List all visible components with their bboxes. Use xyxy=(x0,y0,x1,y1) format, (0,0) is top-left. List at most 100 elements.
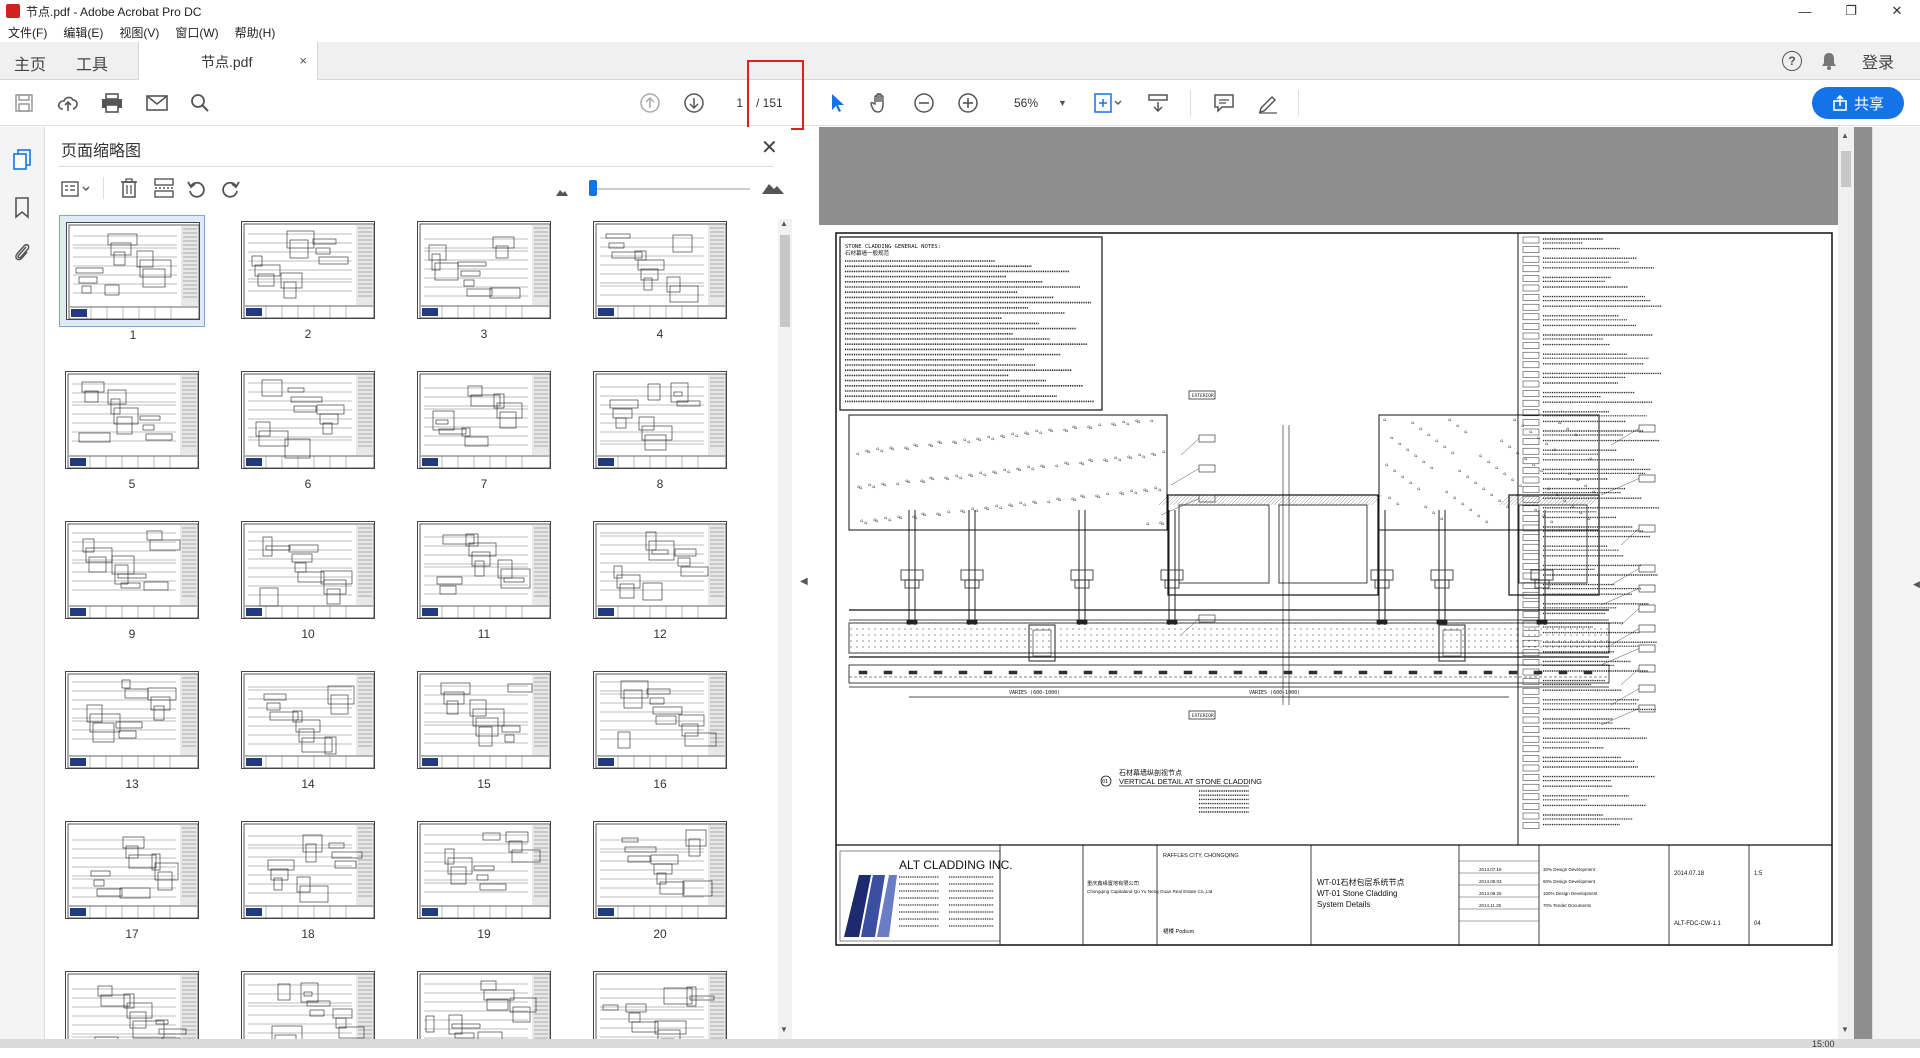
page-thumbnail[interactable]: 4 xyxy=(587,215,733,341)
email-icon[interactable] xyxy=(145,91,169,115)
pen-sign-icon[interactable] xyxy=(1256,91,1280,115)
thumbnail-image xyxy=(593,671,727,769)
close-tab-button[interactable]: × xyxy=(299,53,307,68)
thumbnail-page-number: 9 xyxy=(128,627,136,641)
page-thumbnail[interactable]: 15 xyxy=(411,665,557,791)
thumbnail-page-number: 2 xyxy=(304,327,312,341)
thumbnail-size-slider-track[interactable] xyxy=(590,188,750,190)
thumbnail-image xyxy=(65,371,199,469)
page-thumbnail[interactable]: 14 xyxy=(235,665,381,791)
thumbnail-page-number: 10 xyxy=(301,627,315,641)
drawing-scale: 1:5 xyxy=(1754,871,1763,877)
help-icon[interactable]: ? xyxy=(1781,51,1802,71)
fit-page-icon[interactable] xyxy=(1092,91,1124,115)
page-thumbnail[interactable] xyxy=(235,965,381,1039)
thumbnail-page-number: 1 xyxy=(129,328,137,342)
hand-tool-icon[interactable] xyxy=(868,91,892,115)
insert-page-icon[interactable] xyxy=(153,178,175,201)
page-scroll-up-icon[interactable]: ▲ xyxy=(1841,131,1849,140)
page-thumbnail[interactable]: 19 xyxy=(411,815,557,941)
rotate-clockwise-icon[interactable] xyxy=(219,178,241,203)
select-cursor-icon[interactable] xyxy=(826,91,850,115)
svg-text:2014.09.25: 2014.09.25 xyxy=(1479,891,1502,896)
exterior-tag-bottom: EXTERIOR xyxy=(1192,713,1214,719)
close-window-button[interactable]: ✕ xyxy=(1874,0,1920,22)
project-title-cn: WT-01石材包层系统节点 xyxy=(1317,877,1405,887)
menu-window[interactable]: 窗口(W) xyxy=(175,24,218,41)
print-icon[interactable] xyxy=(100,91,124,115)
thumbnail-options-icon[interactable] xyxy=(61,180,93,201)
menu-view[interactable]: 视图(V) xyxy=(119,24,159,41)
menu-edit[interactable]: 编辑(E) xyxy=(63,24,103,41)
page-scroll-down-icon[interactable]: ▼ xyxy=(1841,1025,1849,1034)
page-thumbnail[interactable]: 7 xyxy=(411,365,557,491)
tab-document[interactable]: 节点.pdf × xyxy=(138,42,318,81)
thumbnail-scrollbar[interactable]: ▲ ▼ xyxy=(778,219,792,1039)
menu-help[interactable]: 帮助(H) xyxy=(235,24,276,41)
page-thumbnail[interactable]: 18 xyxy=(235,815,381,941)
tab-tools[interactable]: 工具 xyxy=(76,51,108,75)
thumbnail-image xyxy=(593,971,727,1039)
document-viewer: STONE CLADDING GENERAL NOTES: 石材幕墙一般规范 V… xyxy=(819,127,1872,1055)
page-thumbnail[interactable]: 10 xyxy=(235,515,381,641)
bookmark-icon[interactable] xyxy=(14,197,30,222)
rotate-counterclockwise-icon[interactable] xyxy=(186,178,208,203)
comment-icon[interactable] xyxy=(1212,91,1236,115)
scroll-up-arrow-icon[interactable]: ▲ xyxy=(780,219,788,228)
cad-drawing: STONE CLADDING GENERAL NOTES: 石材幕墙一般规范 V… xyxy=(835,232,1833,946)
svg-text:60% Design Development: 60% Design Development xyxy=(1543,879,1596,884)
zoom-in-icon[interactable] xyxy=(956,91,980,115)
previous-page-icon[interactable] xyxy=(638,91,662,115)
large-thumbnail-icon[interactable] xyxy=(761,181,785,198)
upload-cloud-icon[interactable] xyxy=(56,91,80,115)
thumbnail-page-number: 18 xyxy=(301,927,315,941)
scroll-mode-icon[interactable] xyxy=(1146,91,1170,115)
page-scrollbar[interactable]: ▲ ▼ xyxy=(1838,127,1854,1039)
page-scrollbar-thumb[interactable] xyxy=(1841,151,1851,187)
expand-right-panel-icon[interactable]: ◀ xyxy=(1913,579,1920,590)
login-button[interactable]: 登录 xyxy=(1862,49,1894,73)
notification-bell-icon[interactable] xyxy=(1820,51,1838,71)
page-thumbnail[interactable] xyxy=(59,965,205,1039)
page-thumbnail[interactable]: 3 xyxy=(411,215,557,341)
zoom-select[interactable]: 56% ▼ xyxy=(1006,92,1072,114)
page-thumbnail[interactable]: 13 xyxy=(59,665,205,791)
page-thumbnail[interactable]: 1 xyxy=(59,215,205,342)
page-thumbnail[interactable]: 12 xyxy=(587,515,733,641)
page-thumbnail[interactable]: 5 xyxy=(59,365,205,491)
page-thumbnail[interactable]: 11 xyxy=(411,515,557,641)
page-thumbnail[interactable]: 20 xyxy=(587,815,733,941)
page-thumbnail[interactable]: 16 xyxy=(587,665,733,791)
search-icon[interactable] xyxy=(188,91,212,115)
page-thumbnail[interactable]: 8 xyxy=(587,365,733,491)
page-thumbnail[interactable]: 6 xyxy=(235,365,381,491)
thumbnail-page-number: 5 xyxy=(128,477,136,491)
restore-button[interactable]: ❐ xyxy=(1828,0,1874,22)
delete-page-icon[interactable] xyxy=(119,178,139,201)
zoom-out-icon[interactable] xyxy=(912,91,936,115)
tab-home[interactable]: 主页 xyxy=(14,51,46,75)
menu-file[interactable]: 文件(F) xyxy=(8,24,47,41)
page-thumbnail[interactable]: 2 xyxy=(235,215,381,341)
thumbnail-page-number: 12 xyxy=(653,627,667,641)
minimize-button[interactable]: — xyxy=(1782,0,1828,22)
svg-text:2014.07.18: 2014.07.18 xyxy=(1479,867,1502,872)
page-thumbnails-icon[interactable] xyxy=(12,149,32,174)
next-page-icon[interactable] xyxy=(682,91,706,115)
collapse-left-panel-icon[interactable]: ◀ xyxy=(800,576,808,587)
thumbnail-scrollbar-thumb[interactable] xyxy=(780,235,790,327)
page-thumbnail[interactable]: 17 xyxy=(59,815,205,941)
page-thumbnail[interactable] xyxy=(587,965,733,1039)
project-podium: 裙楼 Podium xyxy=(1163,927,1195,935)
page-thumbnail[interactable]: 9 xyxy=(59,515,205,641)
small-thumbnail-icon[interactable] xyxy=(555,185,569,200)
scroll-down-arrow-icon[interactable]: ▼ xyxy=(780,1025,788,1034)
thumbnail-size-slider-thumb[interactable] xyxy=(589,180,597,196)
page-thumbnail[interactable] xyxy=(411,965,557,1039)
save-icon[interactable] xyxy=(12,91,36,115)
close-panel-button[interactable]: ✕ xyxy=(761,135,778,160)
attachment-icon[interactable] xyxy=(13,241,31,266)
share-button[interactable]: 共享 xyxy=(1812,87,1904,119)
client-name-cn: 重庆鑫缘置地有限公司 xyxy=(1087,879,1139,887)
page-number-input[interactable] xyxy=(718,92,746,114)
